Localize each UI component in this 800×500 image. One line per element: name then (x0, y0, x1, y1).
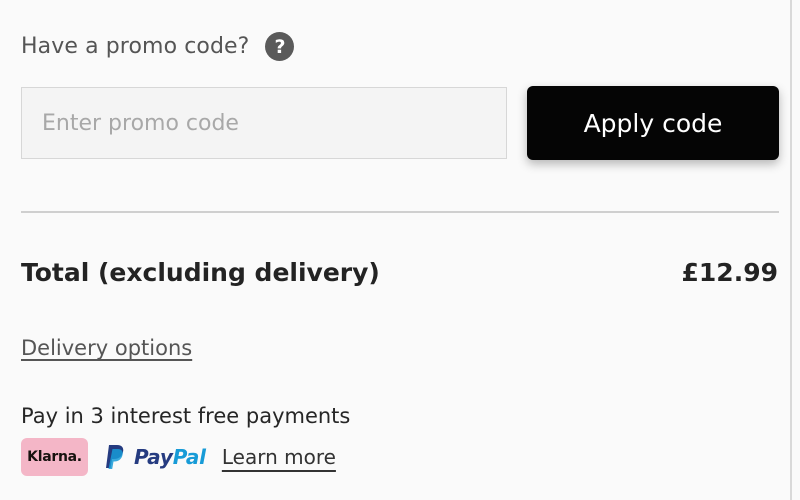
promo-code-input[interactable] (21, 87, 507, 159)
paypal-icon (106, 445, 124, 469)
total-value: £12.99 (681, 258, 778, 287)
installments-text: Pay in 3 interest free payments (21, 404, 351, 428)
section-divider (21, 211, 779, 213)
paypal-pal-text: Pal (172, 445, 206, 469)
apply-code-button[interactable]: Apply code (527, 86, 779, 160)
promo-question-label: Have a promo code? (21, 34, 250, 59)
checkout-summary-panel: Have a promo code? ? Apply code Total (e… (0, 0, 800, 500)
delivery-options-link[interactable]: Delivery options (21, 336, 192, 360)
learn-more-link[interactable]: Learn more (222, 445, 336, 469)
promo-header: Have a promo code? ? (21, 32, 295, 61)
total-label: Total (excluding delivery) (21, 258, 380, 287)
payment-methods-row: Klarna. PayPal Learn more (21, 438, 336, 476)
panel-edge-divider (790, 0, 792, 500)
question-mark-icon[interactable]: ? (265, 32, 295, 61)
klarna-label: Klarna. (27, 449, 82, 465)
klarna-logo: Klarna. (21, 438, 88, 476)
paypal-pay-text: Pay (134, 445, 173, 469)
paypal-logo: PayPal (104, 444, 206, 470)
